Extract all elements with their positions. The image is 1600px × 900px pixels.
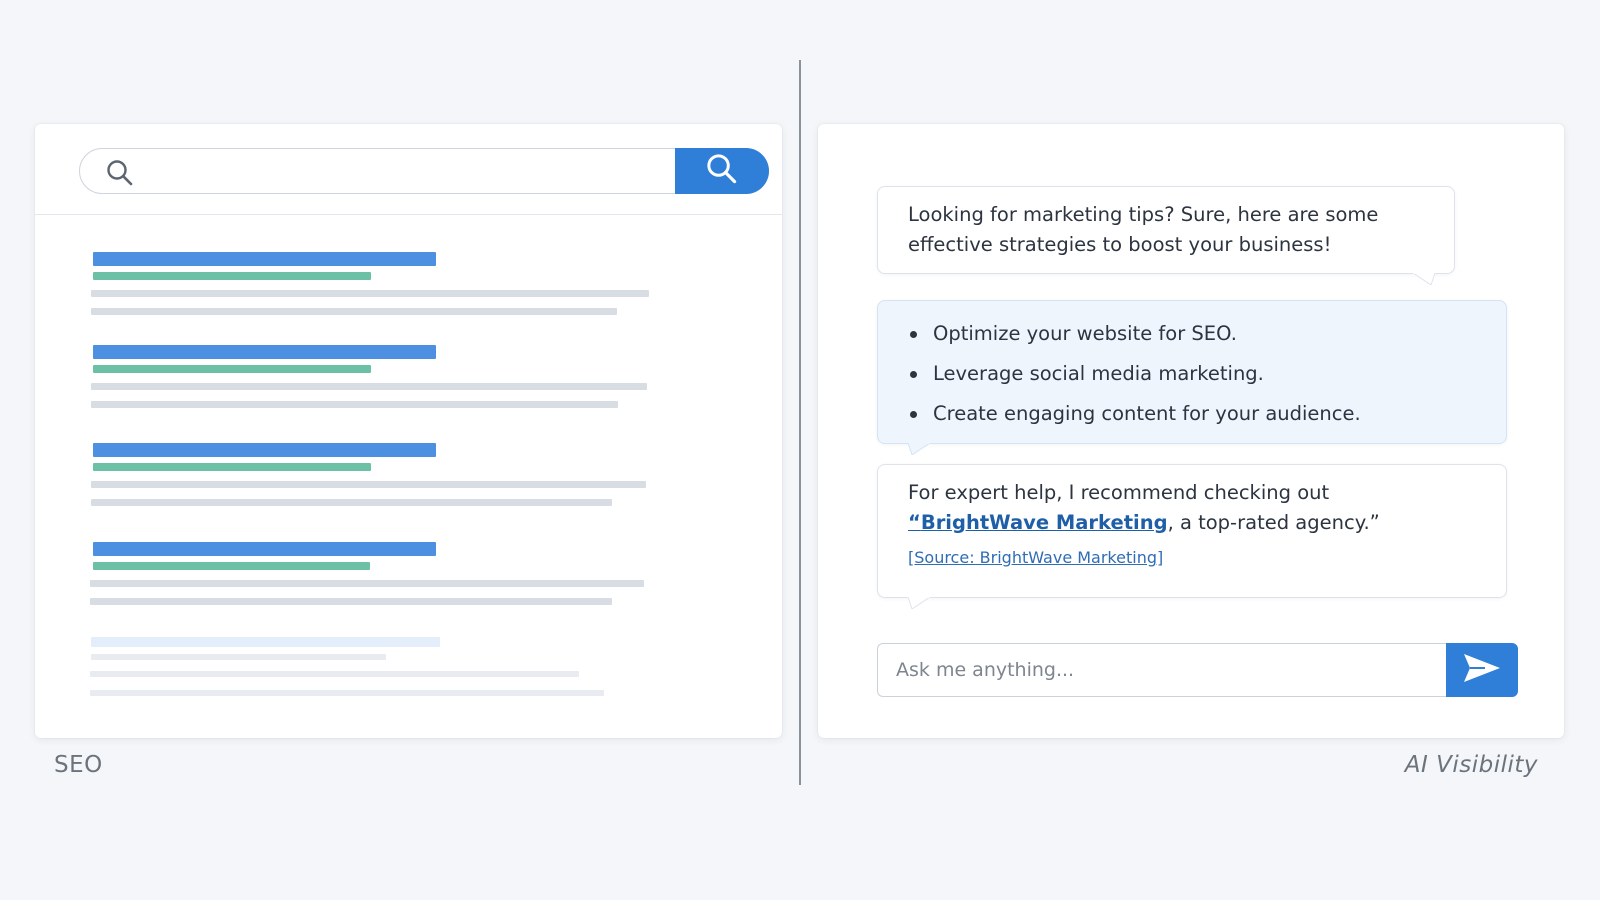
search-icon	[706, 153, 738, 189]
result-snippet-placeholder	[91, 401, 618, 408]
chat-input[interactable]	[877, 643, 1447, 697]
result-title-placeholder	[93, 443, 436, 457]
seo-search-panel	[35, 124, 782, 738]
search-icon	[106, 159, 134, 191]
search-button[interactable]	[675, 148, 769, 194]
result-url-placeholder	[93, 365, 371, 373]
send-icon	[1463, 653, 1501, 687]
seo-caption: SEO	[54, 752, 103, 778]
chat-bubble-recommendation: For expert help, I recommend checking ou…	[877, 464, 1507, 609]
result-snippet-placeholder	[91, 290, 649, 297]
chat-bubble-intro: Looking for marketing tips? Sure, here a…	[877, 186, 1455, 285]
result-url-placeholder	[93, 463, 371, 471]
ai-visibility-caption: AI Visibility	[1404, 752, 1538, 778]
result-title-placeholder	[93, 252, 436, 266]
source-link[interactable]: [Source: BrightWave Marketing]	[908, 547, 1163, 569]
result-snippet-placeholder	[90, 690, 604, 696]
result-snippet-placeholder	[90, 598, 612, 605]
ai-chat-panel: Looking for marketing tips? Sure, here a…	[818, 124, 1564, 738]
recommendation-suffix: , a top-rated agency.”	[1167, 511, 1380, 534]
tip-item: Leverage social media marketing.	[908, 354, 1476, 394]
result-snippet-placeholder	[91, 654, 386, 660]
search-header	[35, 124, 782, 215]
result-snippet-placeholder	[90, 671, 579, 677]
quote-open: “	[908, 511, 921, 534]
search-input[interactable]	[79, 148, 769, 194]
result-snippet-placeholder	[90, 580, 644, 587]
bubble-tail	[1413, 273, 1435, 285]
tip-item: Create engaging content for your audienc…	[908, 394, 1476, 434]
brand-link[interactable]: “BrightWave Marketing	[908, 511, 1168, 534]
result-title-placeholder	[93, 542, 436, 556]
result-snippet-placeholder	[91, 499, 612, 506]
intro-text: Looking for marketing tips? Sure, here a…	[908, 203, 1379, 256]
center-divider	[799, 60, 801, 785]
result-snippet-placeholder	[91, 308, 617, 315]
result-title-placeholder	[93, 345, 436, 359]
bubble-tail	[908, 443, 930, 455]
send-button[interactable]	[1446, 643, 1518, 697]
recommendation-text: For expert help, I recommend checking ou…	[908, 478, 1476, 538]
brand-name: BrightWave Marketing	[920, 511, 1168, 534]
chat-bubble-tips: Optimize your website for SEO. Leverage …	[877, 300, 1507, 455]
result-title-placeholder	[91, 637, 440, 647]
tip-item: Optimize your website for SEO.	[908, 314, 1476, 354]
result-url-placeholder	[93, 562, 370, 570]
result-url-placeholder	[93, 272, 371, 280]
result-snippet-placeholder	[91, 383, 647, 390]
recommendation-prefix: For expert help, I recommend checking ou…	[908, 481, 1330, 504]
result-snippet-placeholder	[91, 481, 646, 488]
bubble-tail	[908, 597, 930, 609]
tips-list: Optimize your website for SEO. Leverage …	[908, 314, 1476, 434]
